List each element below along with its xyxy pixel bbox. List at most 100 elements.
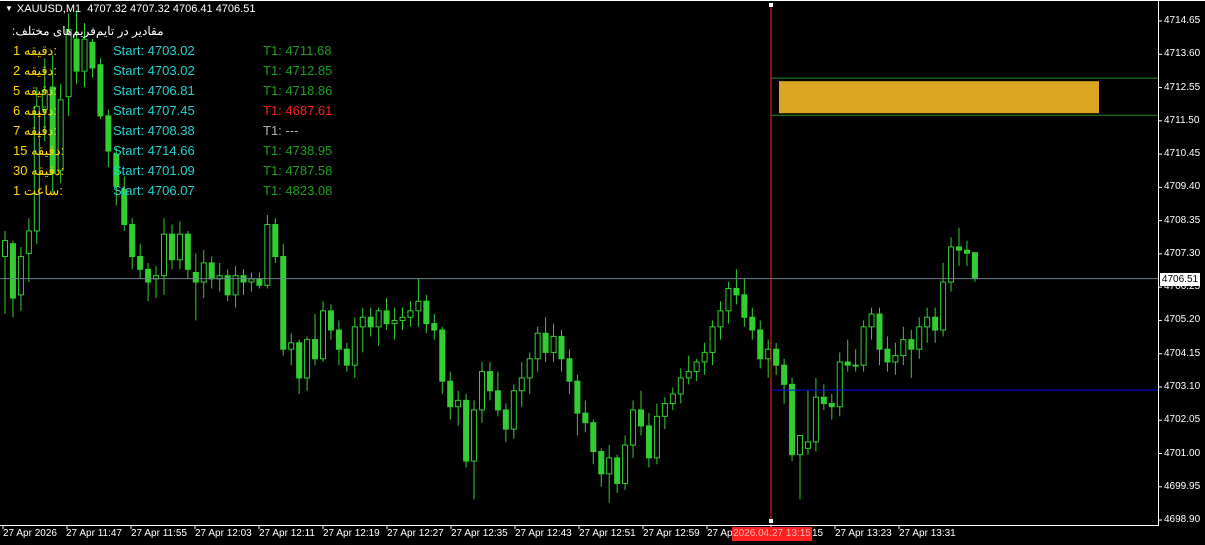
- candle-body: [288, 342, 295, 350]
- candle-body: [97, 64, 104, 117]
- price-tick-label: 4713.60: [1164, 48, 1201, 60]
- candle-body: [971, 252, 978, 280]
- candle-body: [161, 233, 167, 277]
- price-tick-label: 4711.50: [1164, 114, 1200, 126]
- candle-body: [916, 326, 923, 350]
- timeframe-label: 6 دقیقه:: [13, 103, 57, 118]
- candle-body: [145, 268, 152, 283]
- time-tick-label: 27 Apr 12:19: [323, 528, 380, 539]
- target-zone-box[interactable]: [779, 81, 1099, 114]
- target-value: T1: 4787.58: [263, 163, 333, 178]
- candle-body: [630, 409, 637, 446]
- candle-body: [924, 316, 931, 328]
- dropdown-arrow-icon[interactable]: ▼: [5, 4, 13, 13]
- candle-body: [502, 409, 509, 430]
- candle-body: [25, 230, 32, 254]
- price-tick-label: 4699.95: [1164, 480, 1201, 492]
- line-handle[interactable]: [769, 519, 773, 523]
- current-price-tag: 4706.51: [1160, 273, 1200, 286]
- timeframe-label: 2 دقیقه:: [13, 63, 57, 78]
- price-chart[interactable]: [0, 0, 1205, 545]
- candle-body: [645, 425, 652, 459]
- timeframe-label: 1 ساعت:: [13, 183, 63, 198]
- candle-body: [431, 323, 438, 331]
- timeframe-label: 7 دقیقه:: [13, 123, 57, 138]
- candle-body: [812, 396, 819, 443]
- candle-body: [566, 358, 573, 382]
- candle-body: [534, 332, 541, 360]
- candle-body: [638, 409, 644, 427]
- candle-body: [900, 339, 907, 357]
- candle-body: [781, 364, 788, 385]
- candle-body: [2, 240, 8, 258]
- candle-body: [773, 348, 780, 366]
- time-tick-label: 15: [812, 528, 824, 539]
- candle-body: [956, 246, 962, 251]
- candle-body: [733, 287, 740, 296]
- candle-body: [677, 377, 684, 395]
- candle-body: [820, 396, 827, 405]
- candle-body: [280, 256, 287, 350]
- price-tick-label: 4702.05: [1164, 414, 1201, 426]
- candle-body: [749, 316, 756, 331]
- candle-body: [804, 441, 811, 449]
- candle-body: [463, 399, 470, 462]
- panel-title: مقادیر در تایم‌فریم‌های مختلف:: [12, 24, 164, 38]
- candle-body: [184, 233, 191, 270]
- candle-body: [518, 377, 525, 392]
- candle-body: [137, 256, 144, 270]
- candle-body: [653, 415, 660, 459]
- candle-body: [542, 332, 549, 353]
- candle-body: [622, 444, 629, 484]
- start-value: Start: 4706.07: [113, 183, 195, 198]
- candle-body: [81, 38, 88, 72]
- candle-body: [494, 390, 501, 411]
- price-tick-label: 4710.45: [1164, 148, 1201, 160]
- candle-body: [701, 351, 708, 363]
- candle-body: [208, 262, 215, 280]
- price-tick-label: 4714.65: [1164, 15, 1201, 26]
- candle-body: [876, 313, 883, 350]
- target-value: T1: 4712.85: [263, 63, 333, 78]
- candle-body: [741, 294, 748, 318]
- start-value: Start: 4707.45: [113, 103, 195, 118]
- target-value: T1: 4738.95: [263, 143, 333, 158]
- candle-body: [272, 224, 279, 258]
- candle-body: [868, 313, 875, 328]
- candle-body: [582, 412, 589, 424]
- candle-body: [479, 371, 485, 411]
- candle-body: [423, 300, 430, 325]
- candle-body: [574, 380, 581, 414]
- candle-body: [860, 326, 867, 366]
- start-value: Start: 4714.66: [113, 143, 195, 158]
- timeframe-label: 1 دقیقه:: [13, 43, 57, 58]
- time-tick-label: 27 Apr 11:55: [131, 528, 187, 539]
- price-tick-label: 4707.30: [1164, 247, 1201, 259]
- time-tick-label: 27 Apr 2026: [3, 528, 57, 539]
- candle-body: [359, 316, 366, 328]
- candle-body: [375, 310, 382, 328]
- start-value: Start: 4703.02: [113, 43, 195, 58]
- time-tick-label: 27 Apr 12:35: [451, 528, 508, 539]
- line-handle[interactable]: [769, 3, 773, 7]
- candle-body: [367, 316, 374, 328]
- candle-body: [709, 326, 716, 353]
- candle-body: [661, 403, 668, 417]
- candle-body: [590, 422, 597, 452]
- candle-body: [320, 310, 326, 360]
- symbol-label: XAUUSD,M1: [16, 3, 82, 15]
- candle-body: [192, 271, 199, 283]
- candle-body: [717, 310, 724, 328]
- candle-body: [168, 233, 175, 261]
- candle-body: [407, 310, 414, 318]
- time-tick-label: 27 Apr 13:23: [835, 528, 892, 539]
- candle-body: [439, 329, 446, 382]
- candle-body: [486, 371, 493, 392]
- candle-body: [908, 339, 915, 350]
- candle-body: [304, 339, 311, 379]
- candle-body: [963, 249, 970, 254]
- candle-body: [415, 300, 422, 312]
- candle-body: [797, 435, 803, 456]
- start-value: Start: 4708.38: [113, 123, 195, 138]
- target-value: T1: 4711.68: [263, 43, 332, 58]
